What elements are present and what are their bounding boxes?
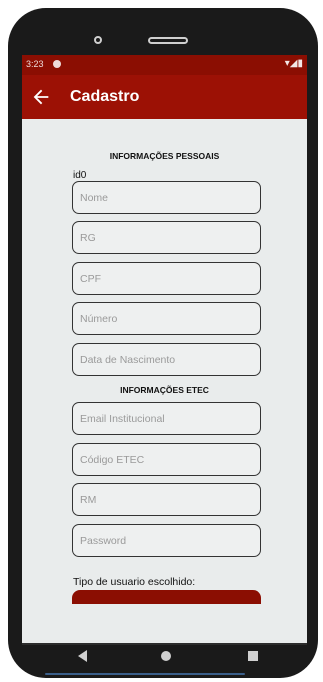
section-title-etec: INFORMAÇÕES ETEC [120,385,209,395]
tipo-usuario-picker[interactable] [72,590,261,604]
page-title: Cadastro [70,88,140,105]
nav-recents-icon[interactable] [248,651,258,661]
app-bar: Cadastro [22,75,307,119]
gesture-bar [45,673,245,675]
email-institucional-input[interactable] [80,412,260,425]
cpf-input[interactable] [80,272,260,285]
form-content: INFORMAÇÕES PESSOAIS id0 INFORMAÇÕES ETE… [22,119,307,643]
numero-input[interactable] [80,312,260,325]
rm-input[interactable] [80,493,260,506]
status-indicators: ▾◢▮ [284,58,303,69]
speaker-grille [148,37,188,44]
system-nav-bar [22,645,307,667]
numero-field[interactable] [72,302,261,335]
password-field[interactable] [72,524,261,557]
email-institucional-field[interactable] [72,402,261,435]
codigo-etec-field[interactable] [72,443,261,476]
nav-back-icon[interactable] [78,650,87,662]
app-screen: 3:23 ▾◢▮ Cadastro INFORMAÇÕES PESSOAIS i… [22,55,307,643]
notification-icon [53,60,61,68]
data-nascimento-input[interactable] [80,353,260,366]
rm-field[interactable] [72,483,261,516]
rg-field[interactable] [72,221,261,254]
phone-top-bezel [8,8,318,58]
nome-input[interactable] [80,191,260,204]
id-label: id0 [73,170,87,181]
arrow-left-icon[interactable] [30,86,52,108]
nome-field[interactable] [72,181,261,214]
cpf-field[interactable] [72,262,261,295]
camera-icon [94,36,102,44]
status-time: 3:23 [26,59,44,69]
codigo-etec-input[interactable] [80,453,260,466]
nav-home-icon[interactable] [161,651,171,661]
status-bar: 3:23 ▾◢▮ [22,55,307,75]
data-nascimento-field[interactable] [72,343,261,376]
tipo-usuario-label: Tipo de usuario escolhido: [73,576,196,588]
rg-input[interactable] [80,231,260,244]
password-input[interactable] [80,534,260,547]
section-title-personal: INFORMAÇÕES PESSOAIS [109,151,220,161]
